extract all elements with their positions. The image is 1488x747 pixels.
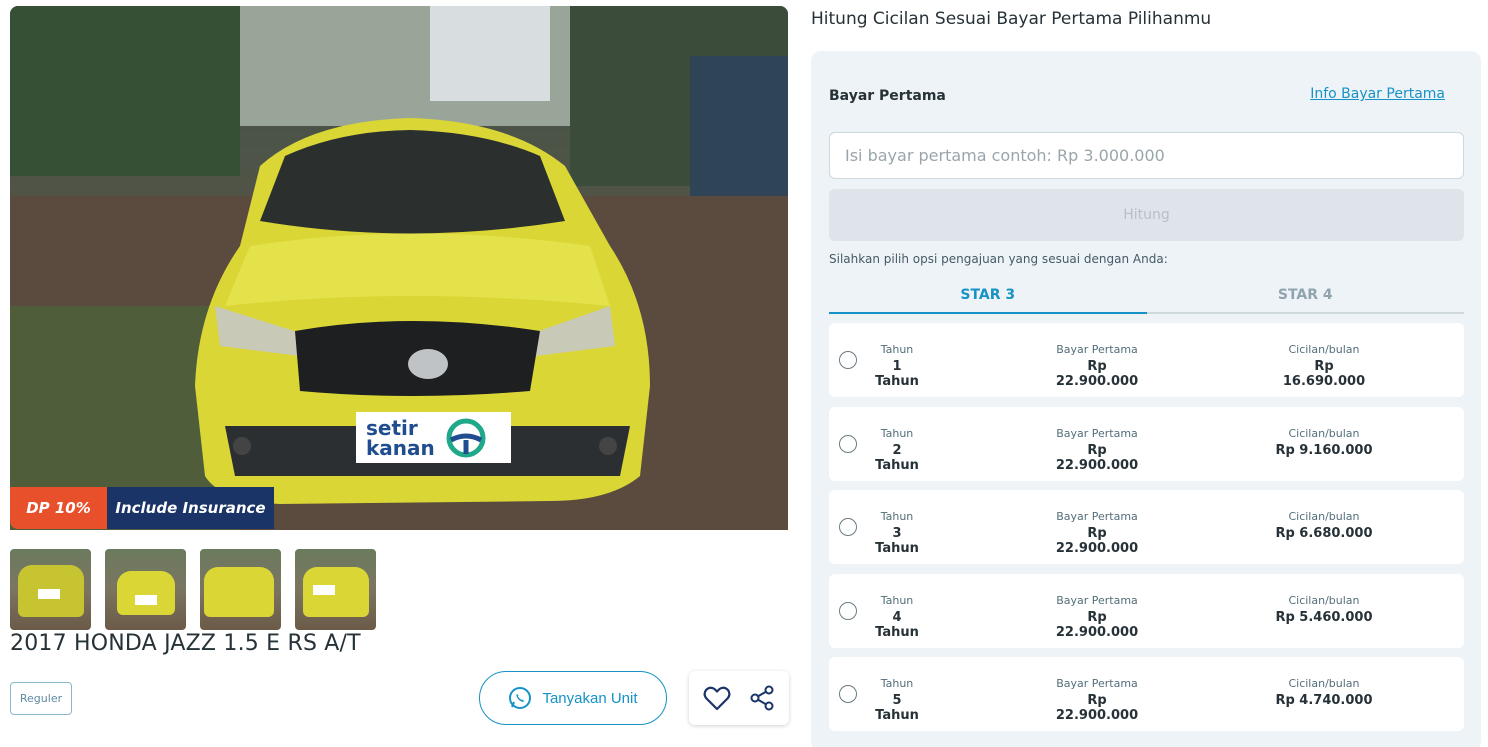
down-payment-col-label: Bayar Pertama: [1056, 510, 1138, 523]
down-payment-info-link[interactable]: Info Bayar Pertama: [1310, 86, 1445, 102]
installment-col-label: Cicilan/bulan: [1288, 510, 1360, 523]
promo-badges: DP 10% Include Insurance: [10, 487, 274, 529]
down-payment-col-label: Bayar Pertama: [1056, 343, 1138, 356]
down-payment-value: Rp 22.900.000: [1055, 693, 1139, 723]
installment-value: Rp 5.460.000: [1275, 610, 1373, 625]
tenor-value: 4 Tahun: [875, 610, 919, 640]
installment-option[interactable]: Tahun 4 Tahun Bayar Pertama Rp 22.900.000 …: [829, 574, 1464, 648]
installment-value: Rp 4.740.000: [1275, 693, 1373, 708]
thumbnail-rear-left[interactable]: [200, 549, 281, 630]
installment-col-label: Cicilan/bulan: [1288, 594, 1360, 607]
installment-value: Rp 6.680.000: [1275, 526, 1373, 541]
option-radio[interactable]: [839, 685, 857, 703]
thumbnail-front[interactable]: [105, 549, 186, 630]
down-payment-value: Rp 22.900.000: [1055, 610, 1139, 640]
thumbnail-rear-right[interactable]: [295, 549, 376, 630]
tenor-value: 1 Tahun: [875, 359, 919, 389]
installment-col-label: Cicilan/bulan: [1288, 427, 1360, 440]
down-payment-input[interactable]: [829, 132, 1464, 179]
thumbnail-rear[interactable]: [10, 549, 91, 630]
option-radio[interactable]: [839, 602, 857, 620]
installment-col-label: Cicilan/bulan: [1288, 677, 1360, 690]
dealer-logo-plate: setir kanan: [356, 412, 511, 463]
ask-unit-label: Tanyakan Unit: [542, 689, 638, 707]
down-payment-col-label: Bayar Pertama: [1056, 677, 1138, 690]
tab-star-4[interactable]: STAR 4: [1147, 277, 1465, 312]
share-icon[interactable]: [749, 685, 775, 711]
tenor-value: 5 Tahun: [875, 693, 919, 723]
whatsapp-icon: [509, 687, 532, 709]
steering-wheel-icon: [446, 418, 486, 457]
tenor-label: Tahun: [880, 343, 914, 356]
logo-text-top: setir: [366, 415, 418, 440]
tenor-label: Tahun: [880, 510, 914, 523]
tab-star-3[interactable]: STAR 3: [829, 277, 1147, 314]
heart-icon[interactable]: [703, 685, 731, 711]
installment-option[interactable]: Tahun 3 Tahun Bayar Pertama Rp 22.900.000 …: [829, 490, 1464, 564]
insurance-badge: Include Insurance: [107, 487, 274, 529]
calculate-button[interactable]: Hitung: [829, 189, 1464, 241]
option-radio[interactable]: [839, 435, 857, 453]
listing-title: 2017 HONDA JAZZ 1.5 E RS A/T: [10, 631, 361, 656]
down-payment-col-label: Bayar Pertama: [1056, 427, 1138, 440]
installment-option[interactable]: Tahun 1 Tahun Bayar Pertama Rp 22.900.000 …: [829, 323, 1464, 397]
installment-option[interactable]: Tahun 5 Tahun Bayar Pertama Rp 22.900.000 …: [829, 657, 1464, 731]
dealer-logo-text: setir kanan: [366, 418, 435, 458]
installment-value: Rp 16.690.000: [1282, 359, 1366, 389]
installment-col-label: Cicilan/bulan: [1288, 343, 1360, 356]
down-payment-value: Rp 22.900.000: [1055, 359, 1139, 389]
calculator-panel: Bayar Pertama Info Bayar Pertama Hitung …: [811, 51, 1481, 747]
option-radio[interactable]: [839, 518, 857, 536]
plan-tabs: STAR 3 STAR 4: [829, 277, 1464, 314]
calculator-heading: Hitung Cicilan Sesuai Bayar Pertama Pili…: [811, 9, 1212, 29]
down-payment-value: Rp 22.900.000: [1055, 443, 1139, 473]
thumbnail-strip: [10, 549, 376, 630]
tenor-value: 2 Tahun: [875, 443, 919, 473]
tenor-value: 3 Tahun: [875, 526, 919, 556]
option-hint: Silahkan pilih opsi pengajuan yang sesua…: [829, 252, 1168, 266]
tenor-label: Tahun: [880, 594, 914, 607]
option-radio[interactable]: [839, 351, 857, 369]
down-payment-col-label: Bayar Pertama: [1056, 594, 1138, 607]
down-payment-value: Rp 22.900.000: [1055, 526, 1139, 556]
installment-value: Rp 9.160.000: [1275, 443, 1373, 458]
dp-badge: DP 10%: [10, 487, 107, 529]
logo-text-bottom: kanan: [366, 435, 435, 460]
category-tag: Reguler: [10, 682, 72, 715]
installment-option[interactable]: Tahun 2 Tahun Bayar Pertama Rp 22.900.000 …: [829, 407, 1464, 481]
tenor-label: Tahun: [880, 427, 914, 440]
ask-unit-button[interactable]: Tanyakan Unit: [479, 671, 667, 725]
down-payment-label: Bayar Pertama: [829, 88, 946, 104]
tenor-label: Tahun: [880, 677, 914, 690]
action-icons: [689, 671, 789, 725]
